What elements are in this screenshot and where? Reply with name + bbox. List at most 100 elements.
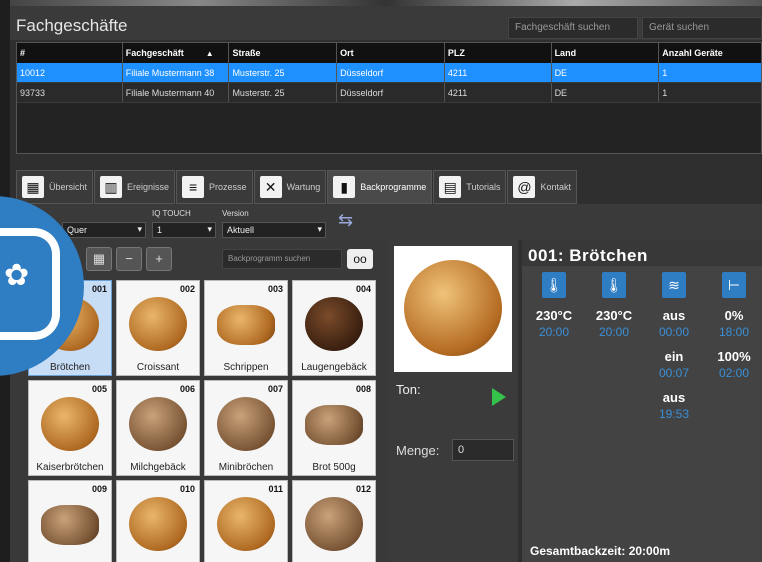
- tab-tutorials[interactable]: ▤ Tutorials: [433, 170, 507, 204]
- bread-icon: ✿: [0, 228, 60, 340]
- program-number: 001: [91, 284, 107, 294]
- step-column: ⊢ 0% 18:00 100% 02:00: [706, 272, 762, 390]
- tab-kontakt[interactable]: @ Kontakt: [507, 170, 578, 204]
- thermometer-icon: 🌡: [602, 272, 626, 298]
- program-tile[interactable]: 012: [292, 480, 376, 562]
- product-image: [217, 305, 275, 345]
- product-image: [129, 497, 187, 551]
- binoculars-icon[interactable]: oo: [347, 249, 373, 269]
- page-title: Fachgeschäfte: [16, 16, 128, 35]
- program-tile[interactable]: 008 Brot 500g: [292, 380, 376, 476]
- version-value: Aktuell: [227, 225, 255, 235]
- quantity-input[interactable]: 0: [452, 439, 514, 461]
- program-grid: 001 Brötchen 002 Croissant 003 Schrippen 00…: [28, 280, 376, 562]
- product-image: [305, 497, 363, 551]
- store-search-input[interactable]: Fachgeschäft suchen: [508, 17, 638, 39]
- step-time: 02:00: [718, 366, 750, 380]
- col-header-street[interactable]: Straße: [229, 43, 338, 63]
- tab-wartung[interactable]: ✕ Wartung: [253, 170, 327, 204]
- program-tile[interactable]: 011: [204, 480, 288, 562]
- transfer-icon[interactable]: ⇆: [338, 210, 374, 236]
- sound-label: Ton:: [396, 382, 421, 397]
- version-label: Version: [222, 209, 249, 218]
- program-tile[interactable]: 002 Croissant: [116, 280, 200, 376]
- program-tile[interactable]: 009: [28, 480, 112, 562]
- program-tile[interactable]: 005 Kaiserbrötchen: [28, 380, 112, 476]
- program-number: 003: [267, 284, 283, 294]
- program-name: Milchgebäck: [130, 462, 186, 473]
- program-name: Brötchen: [49, 362, 91, 373]
- cell-device-count: 1: [662, 87, 668, 98]
- product-image: [41, 397, 99, 451]
- product-image: [217, 397, 275, 451]
- product-photo: [394, 246, 512, 372]
- tab-label: Prozesse: [209, 182, 247, 192]
- zoom-out-icon[interactable]: −: [116, 247, 142, 271]
- orientation-value: Quer: [67, 225, 88, 235]
- program-tile[interactable]: 006 Milchgebäck: [116, 380, 200, 476]
- col-header-device-count[interactable]: Anzahl Geräte: [659, 43, 761, 63]
- version-select[interactable]: Aktuell ▾: [222, 222, 326, 238]
- col-header-country[interactable]: Land: [552, 43, 660, 63]
- program-tile[interactable]: 007 Minibröchen: [204, 380, 288, 476]
- program-title: 001: Brötchen: [528, 246, 648, 265]
- step-time: 20:00: [538, 325, 570, 339]
- cell-street: Musterstr. 25: [229, 83, 338, 102]
- device-search-input[interactable]: Gerät suchen: [642, 17, 762, 39]
- program-steps-panel: 001: Brötchen 🌡 230°C 20:00 🌡 230°C 20:0…: [522, 240, 762, 562]
- program-search-input[interactable]: Backprogramm suchen: [222, 249, 342, 269]
- tab-prozesse[interactable]: ≡ Prozesse: [176, 170, 253, 204]
- tab-backprogramme[interactable]: ▮ Backprogramme: [327, 170, 433, 204]
- program-number: 012: [355, 484, 371, 494]
- program-number: 010: [179, 484, 195, 494]
- col-header-store-label: Fachgeschäft: [125, 48, 184, 58]
- step-time: 20:00: [598, 325, 630, 339]
- program-steps: 🌡 230°C 20:00 🌡 230°C 20:00 ≋ aus 00:00 …: [522, 266, 762, 562]
- cell-number: 93733: [17, 83, 123, 102]
- calendar-icon: ▦: [22, 176, 44, 198]
- grid-view-icon[interactable]: ▦: [86, 247, 112, 271]
- step-value: 230°C: [595, 308, 633, 323]
- cell-city: Düsseldorf: [337, 83, 445, 102]
- tab-uebersicht[interactable]: ▦ Übersicht: [16, 170, 94, 204]
- step-time: 00:00: [658, 325, 690, 339]
- step-value: ein: [664, 349, 684, 364]
- tab-ereignisse[interactable]: ▥ Ereignisse: [94, 170, 176, 204]
- bread-glyph-icon: ✿: [4, 259, 30, 292]
- col-header-store[interactable]: Fachgeschäft ▲: [123, 43, 230, 63]
- product-image: [305, 405, 363, 445]
- program-tile[interactable]: 003 Schrippen: [204, 280, 288, 376]
- table-row[interactable]: 10012 Filiale Mustermann 38 Musterstr. 2…: [17, 63, 761, 83]
- orientation-select[interactable]: Quer ▾: [62, 222, 146, 238]
- step-column: ≋ aus 00:00 ein 00:07 aus 19:53: [646, 272, 702, 431]
- tab-label: Ereignisse: [127, 182, 170, 192]
- step-time: 19:53: [658, 407, 690, 421]
- total-baking-time: Gesamtbackzeit: 20:00m: [530, 544, 671, 558]
- iq-touch-label: IQ TOUCH: [152, 209, 191, 218]
- cell-country: DE: [552, 83, 660, 102]
- col-header-zip[interactable]: PLZ: [445, 43, 552, 63]
- table-row[interactable]: 93733 Filiale Mustermann 40 Musterstr. 2…: [17, 83, 761, 103]
- program-number: 005: [91, 384, 107, 394]
- col-header-number[interactable]: #: [17, 43, 123, 63]
- program-tile[interactable]: 004 Laugengebäck: [292, 280, 376, 376]
- program-tile[interactable]: 010: [116, 480, 200, 562]
- program-name: Croissant: [136, 362, 180, 373]
- cell-zip: 4211: [445, 63, 552, 82]
- iq-touch-select[interactable]: 1 ▾: [152, 222, 216, 238]
- tab-label: Tutorials: [466, 182, 501, 192]
- zoom-in-icon[interactable]: +: [146, 247, 172, 271]
- iq-touch-value: 1: [157, 225, 163, 235]
- cell-device-count: 1: [662, 67, 668, 78]
- col-header-city[interactable]: Ort: [337, 43, 445, 63]
- program-detail-panel: Ton: Menge: 0: [388, 240, 518, 562]
- steam-icon: ≋: [662, 272, 686, 298]
- program-name: Laugengebäck: [301, 362, 367, 373]
- cell-city: Düsseldorf: [337, 63, 445, 82]
- tab-label: Kontakt: [540, 182, 572, 192]
- program-number: 004: [355, 284, 371, 294]
- play-icon[interactable]: [492, 388, 506, 406]
- program-number: 011: [268, 484, 283, 494]
- product-image: [129, 397, 187, 451]
- step-value: aus: [662, 390, 686, 405]
